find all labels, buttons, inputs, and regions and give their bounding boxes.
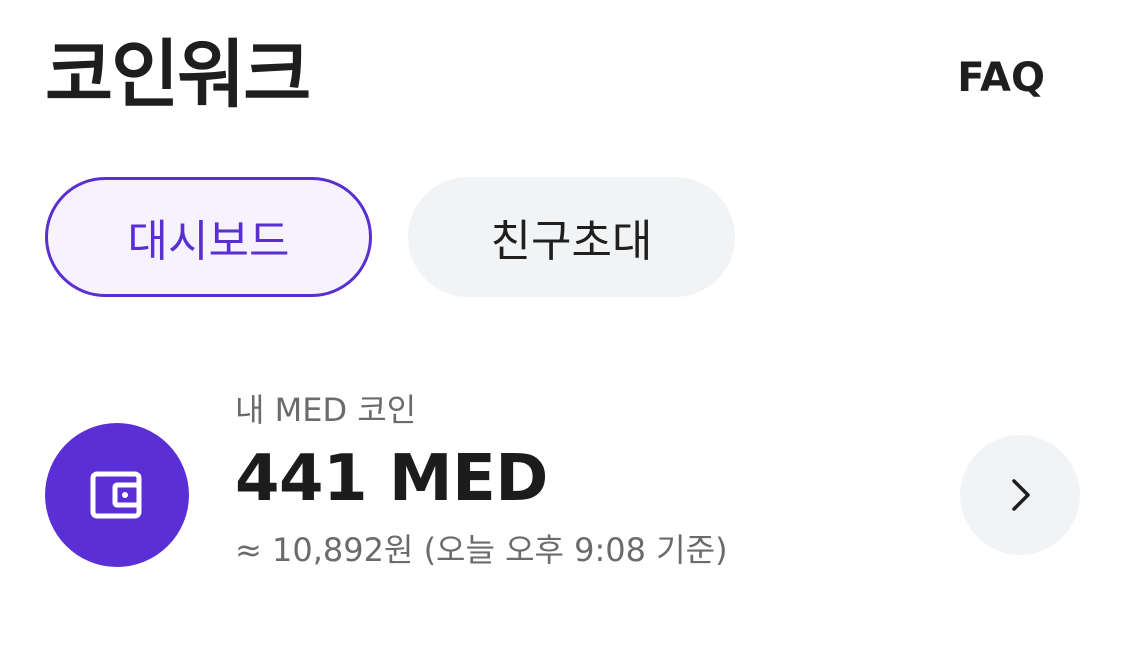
wallet-icon-badge [45, 423, 189, 567]
med-coin-card[interactable]: 내 MED 코인 441 MED ≈ 10,892원 (오늘 오후 9:08 기… [45, 385, 1080, 585]
coin-amount: 441 MED [235, 442, 548, 516]
coin-krw-value: ≈ 10,892원 (오늘 오후 9:08 기준) [235, 531, 728, 569]
tab-dashboard[interactable]: 대시보드 [45, 177, 372, 297]
tab-bar: 대시보드 친구초대 [45, 177, 735, 297]
wallet-icon [90, 471, 142, 519]
chevron-right-icon [1012, 479, 1030, 511]
faq-link[interactable]: FAQ [957, 52, 1045, 104]
coin-info: 내 MED 코인 441 MED ≈ 10,892원 (오늘 오후 9:08 기… [235, 385, 728, 575]
coin-detail-button[interactable] [960, 435, 1080, 555]
coin-label: 내 MED 코인 [235, 391, 417, 429]
tab-invite-friends[interactable]: 친구초대 [408, 177, 735, 297]
page-title: 코인워크 [45, 32, 311, 118]
